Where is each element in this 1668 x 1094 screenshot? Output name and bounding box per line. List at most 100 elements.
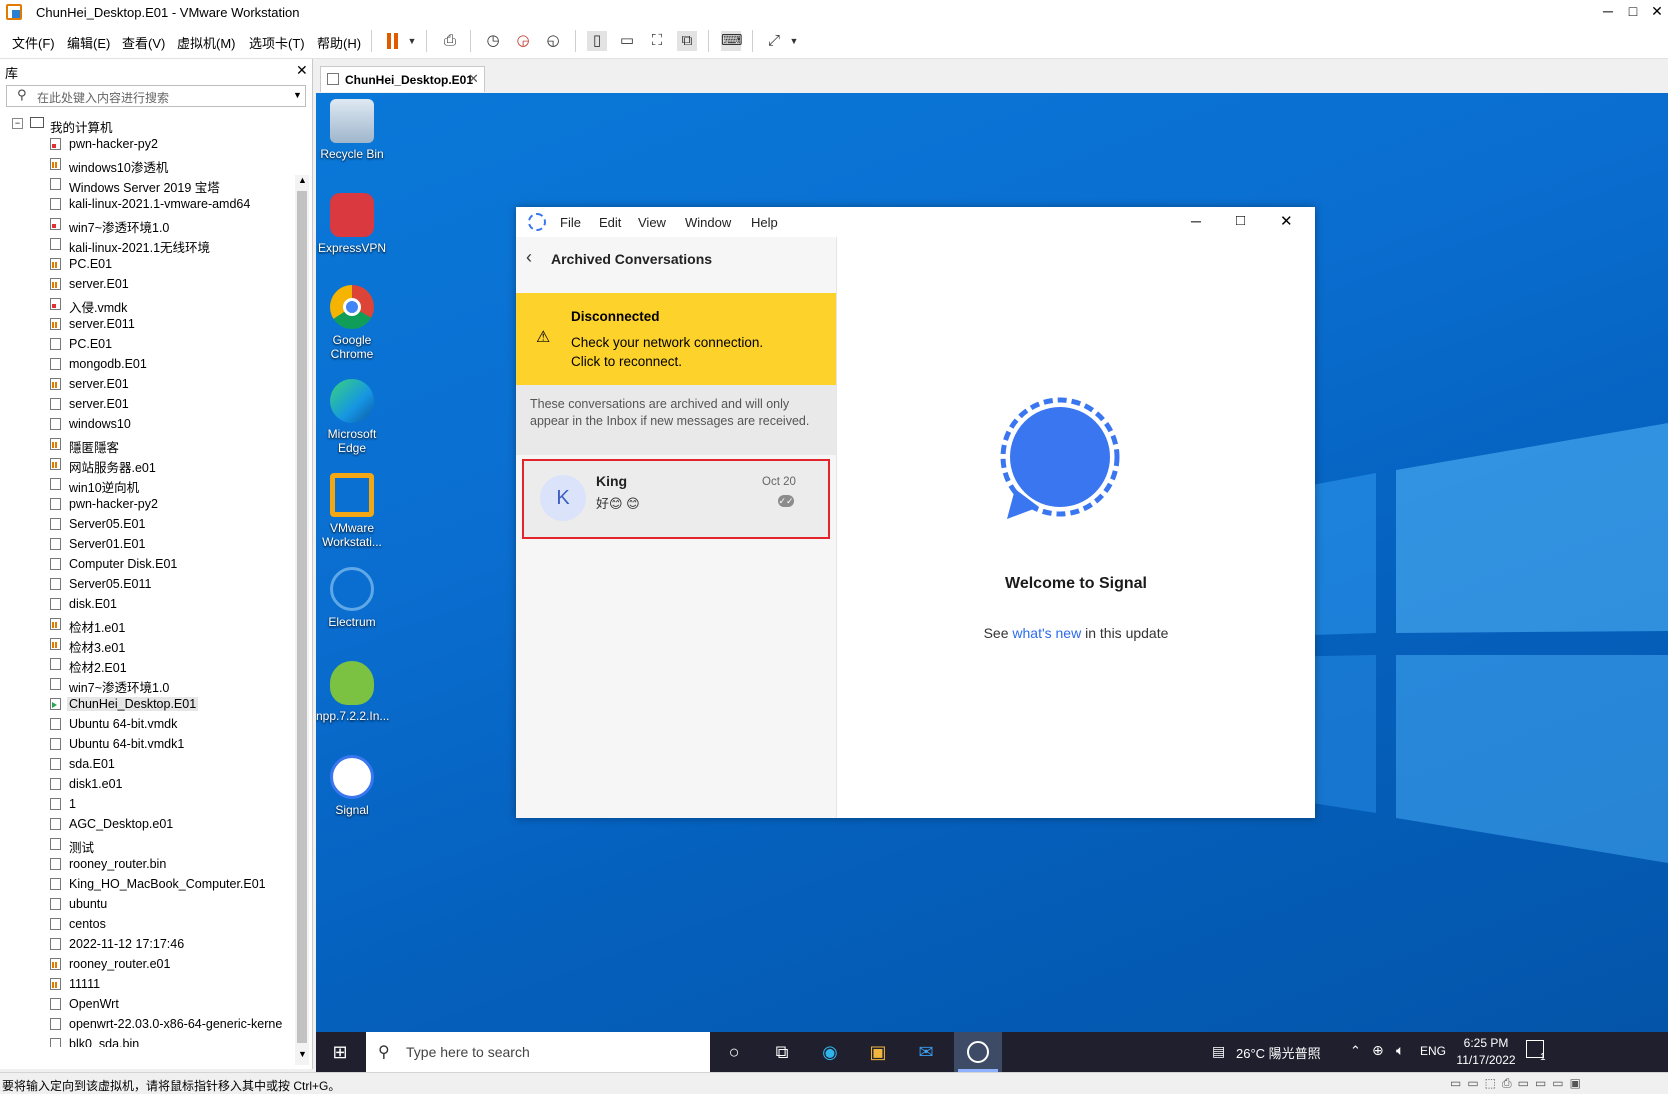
- desktop-icon-notepadpp[interactable]: npp.7.2.2.In...: [316, 661, 390, 723]
- vm-tree-item-label: Windows Server 2019 宝塔: [69, 181, 220, 195]
- vm-tree-item-label: disk1.e01: [69, 777, 123, 791]
- back-arrow-icon[interactable]: ‹: [526, 247, 532, 268]
- vm-icon: [50, 378, 61, 390]
- collapse-icon[interactable]: −: [12, 118, 23, 129]
- vm-tree: − 我的计算机 pwn-hacker-py2 windows10渗透机 Window…: [6, 115, 292, 1047]
- scroll-down-icon[interactable]: ▼: [298, 1049, 307, 1059]
- windows-start-icon[interactable]: ⊞: [326, 1038, 354, 1066]
- taskbar-search-input[interactable]: ⚲ Type here to search: [366, 1032, 710, 1072]
- close-icon[interactable]: ✕: [296, 62, 308, 79]
- signal-menu-edit[interactable]: Edit: [599, 215, 621, 230]
- chevron-down-icon[interactable]: ▼: [293, 90, 302, 100]
- welcome-pane: Welcome to Signal See what's new in this…: [837, 237, 1315, 818]
- library-search-input[interactable]: ⚲ 在此处键入内容进行搜索 ▼: [6, 85, 306, 107]
- signal-app-icon: [528, 213, 546, 231]
- library-panel: 库 ✕ ⚲ 在此处键入内容进行搜索 ▼ − 我的计算机 pwn-hacker-p…: [0, 59, 313, 1086]
- whats-new-link[interactable]: what's new: [1012, 625, 1081, 641]
- vmware-title-bar: ChunHei_Desktop.E01 - VMware Workstation…: [0, 0, 1668, 24]
- menu-edit[interactable]: 编辑(E): [67, 33, 110, 52]
- menu-tabs[interactable]: 选项卡(T): [249, 33, 305, 52]
- vm-tree-item-label: server.E01: [69, 397, 129, 411]
- vm-icon: [50, 978, 61, 990]
- fullscreen-icon[interactable]: ⛶: [647, 31, 667, 51]
- chevron-down-icon[interactable]: ▼: [402, 31, 422, 51]
- snapshot-manager-icon[interactable]: ◵: [543, 31, 563, 51]
- clock[interactable]: 6:25 PM 11/17/2022: [1456, 1035, 1516, 1069]
- window-title: ChunHei_Desktop.E01 - VMware Workstation: [36, 5, 300, 20]
- stretch-icon[interactable]: ⤢: [764, 31, 784, 51]
- signal-menu-file[interactable]: File: [560, 215, 581, 230]
- language-indicator[interactable]: ENG: [1420, 1044, 1446, 1058]
- vm-tab[interactable]: ChunHei_Desktop.E01 ✕: [320, 66, 485, 92]
- welcome-suffix: in this update: [1085, 625, 1169, 641]
- scroll-up-icon[interactable]: ▲: [298, 175, 307, 185]
- mail-icon[interactable]: ✉: [912, 1038, 940, 1066]
- device-status-icons[interactable]: ▭▭⬚⎙▭▭▭▣: [1450, 1076, 1587, 1091]
- menu-help[interactable]: 帮助(H): [317, 33, 361, 52]
- maximize-button[interactable]: □: [1236, 212, 1245, 229]
- desktop-icon-chrome[interactable]: Google Chrome: [316, 285, 388, 361]
- unity-icon[interactable]: ⧉: [677, 31, 697, 51]
- desktop-icon-recycle-bin[interactable]: Recycle Bin: [316, 99, 388, 161]
- signal-taskbar-icon: [967, 1041, 989, 1063]
- vm-icon: [50, 158, 61, 170]
- edge-icon: [330, 379, 374, 423]
- vm-tree-item-label: 11111: [69, 977, 101, 991]
- chevron-down-icon[interactable]: ▼: [784, 31, 804, 51]
- weather-text[interactable]: 26°C 陽光普照: [1236, 1043, 1321, 1062]
- clock-date: 11/17/2022: [1456, 1053, 1516, 1067]
- conversation-item[interactable]: K King Oct 20 好😊 😊 ✓✓: [522, 459, 830, 539]
- menu-file[interactable]: 文件(F): [12, 33, 55, 52]
- library-title: 库: [5, 66, 19, 81]
- desktop-icon-expressvpn[interactable]: ExpressVPN: [316, 193, 388, 255]
- network-icon[interactable]: ⊕: [1372, 1042, 1384, 1059]
- vm-tree-item-label: ubuntu: [69, 897, 108, 911]
- desktop-icon-signal[interactable]: Signal: [316, 755, 388, 817]
- maximize-button[interactable]: □: [1622, 3, 1644, 19]
- menu-view[interactable]: 查看(V): [122, 33, 165, 52]
- desktop-icon-label: npp.7.2.2.In...: [316, 709, 390, 723]
- snapshot-icon[interactable]: ◷: [483, 31, 503, 51]
- vm-icon: [50, 818, 61, 830]
- vm-icon: [50, 798, 61, 810]
- wifi-off-icon: ⚠: [536, 329, 551, 346]
- vm-tree-item-label: OpenWrt: [69, 997, 119, 1011]
- close-button[interactable]: ✕: [1646, 3, 1668, 20]
- desktop-icon-edge[interactable]: Microsoft Edge: [316, 379, 388, 455]
- console-icon[interactable]: ⌨: [721, 31, 743, 51]
- menu-vm[interactable]: 虚拟机(M): [177, 33, 236, 52]
- desktop-icon-electrum[interactable]: Electrum: [316, 567, 388, 629]
- signal-menu-help[interactable]: Help: [751, 215, 778, 230]
- minimize-button[interactable]: ─: [1191, 213, 1201, 229]
- notepadpp-icon: [330, 661, 374, 705]
- sidebar-toggle-icon[interactable]: ▯: [587, 31, 607, 51]
- revert-snapshot-icon[interactable]: ◶: [513, 31, 533, 51]
- vm-icon: [50, 778, 61, 790]
- vm-tree-item-label: kali-linux-2021.1-vmware-amd64: [69, 197, 251, 211]
- edge-taskbar-icon[interactable]: ◉: [816, 1038, 844, 1066]
- show-hidden-icons-icon[interactable]: ⌃: [1350, 1043, 1361, 1059]
- volume-muted-icon[interactable]: 🔈︎: [1396, 1042, 1404, 1059]
- signal-taskbar-button[interactable]: [954, 1032, 1002, 1072]
- store-icon[interactable]: ▣: [864, 1038, 892, 1066]
- vm-tree-item-label: server.E011: [69, 317, 135, 331]
- signal-menu-view[interactable]: View: [638, 215, 666, 230]
- pause-icon[interactable]: [382, 31, 402, 51]
- thumbnail-bar-icon[interactable]: ▭: [617, 31, 637, 51]
- send-ctrl-alt-del-icon[interactable]: ⎙: [440, 31, 460, 51]
- scrollbar-thumb[interactable]: [297, 191, 307, 1043]
- task-view-icon[interactable]: ⧉: [768, 1038, 796, 1066]
- toolbar-separator: [371, 30, 372, 52]
- vm-tree-item-label: pwn-hacker-py2: [69, 137, 158, 151]
- vm-icon: [50, 658, 61, 670]
- signal-window: File Edit View Window Help ─ □ ✕ ‹ Archi…: [516, 207, 1315, 818]
- library-vertical-scrollbar[interactable]: ▲ ▼: [295, 175, 309, 1065]
- close-button[interactable]: ✕: [1280, 212, 1293, 230]
- signal-menu-window[interactable]: Window: [685, 215, 731, 230]
- close-icon[interactable]: ✕: [468, 71, 479, 87]
- disconnected-banner[interactable]: ⚠ Disconnected Check your network connec…: [516, 293, 836, 385]
- vm-icon: [50, 998, 61, 1010]
- desktop-icon-vmware[interactable]: VMware Workstati...: [316, 473, 388, 549]
- minimize-button[interactable]: ─: [1597, 3, 1619, 19]
- cortana-icon[interactable]: ○: [720, 1038, 748, 1066]
